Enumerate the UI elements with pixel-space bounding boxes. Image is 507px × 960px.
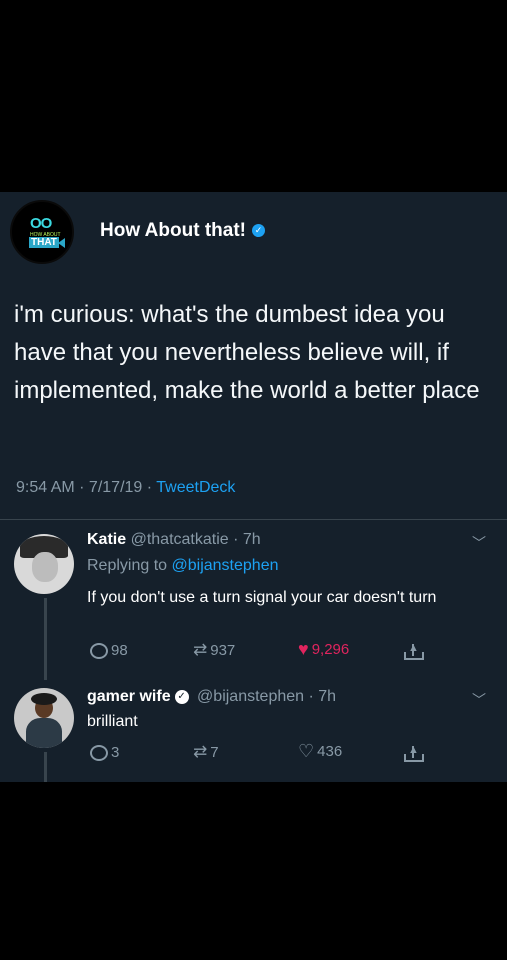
- divider: [0, 519, 507, 520]
- reply-age: 7h: [242, 531, 261, 548]
- reply-handle[interactable]: @thatcatkatie: [131, 531, 229, 548]
- replying-to: Replying to @bijanstephen: [87, 557, 278, 575]
- like-count: 436: [317, 742, 343, 760]
- tweet-meta: 9:54 AM · 7/17/19 · TweetDeck: [16, 479, 236, 496]
- reply-header: gamer wife ✓ @bijanstephen · 7h: [87, 688, 337, 705]
- reply-avatar-katie[interactable]: [14, 534, 74, 594]
- avatar-hair: [31, 693, 57, 705]
- chevron-down-icon[interactable]: ﹀: [472, 533, 486, 553]
- heart-filled-icon: ♥: [298, 639, 309, 659]
- verified-icon: ✓: [174, 689, 189, 704]
- camera-icon: [58, 238, 65, 248]
- replying-handle[interactable]: @bijanstephen: [172, 557, 279, 574]
- thread-line: [44, 598, 47, 680]
- reply-icon: [90, 642, 108, 659]
- tweet-source[interactable]: TweetDeck: [156, 479, 235, 496]
- like-count: 9,296: [311, 640, 350, 658]
- heart-outline-icon: ♡: [298, 741, 315, 761]
- logo-mark: OO: [30, 215, 52, 232]
- chevron-down-icon[interactable]: ﹀: [472, 690, 486, 710]
- retweet-icon: ⇄: [193, 640, 208, 659]
- tweet-text: i'm curious: what's the dumbest idea you…: [14, 301, 480, 404]
- author-name-row[interactable]: How About that! ✓: [100, 220, 265, 242]
- tweet-date[interactable]: 7/17/19: [89, 479, 142, 496]
- author-avatar[interactable]: OO HOW ABOUT THAT: [10, 200, 74, 264]
- reply-button[interactable]: 3: [90, 744, 119, 761]
- like-button[interactable]: ♥ 9,296: [298, 640, 349, 658]
- retweet-icon: ⇄: [193, 742, 208, 761]
- reply-text: brilliant: [87, 713, 138, 730]
- like-button[interactable]: ♡ 436: [298, 742, 342, 760]
- reply-name[interactable]: gamer wife: [87, 688, 171, 705]
- retweet-count: 937: [210, 641, 236, 659]
- logo-that: THAT: [29, 237, 59, 248]
- reply-age: 7h: [318, 688, 337, 705]
- reply-icon: [90, 744, 108, 761]
- retweet-count: 7: [210, 743, 219, 761]
- reply-count: 3: [111, 744, 120, 761]
- retweet-button[interactable]: ⇄ 937: [193, 640, 235, 660]
- reply-text: If you don't use a turn signal your car …: [87, 589, 437, 606]
- reply-name[interactable]: Katie: [87, 531, 126, 548]
- reply-header: Katie @thatcatkatie · 7h: [87, 531, 261, 548]
- verified-icon: ✓: [251, 224, 265, 238]
- reply-avatar-gamer-wife[interactable]: [14, 688, 74, 748]
- avatar-body: [26, 718, 62, 748]
- avatar-face: [32, 552, 58, 582]
- share-icon[interactable]: ▲: [404, 642, 424, 660]
- reply-handle[interactable]: @bijanstephen: [197, 688, 304, 705]
- tweet-time[interactable]: 9:54 AM: [16, 479, 75, 496]
- reply-count: 98: [111, 642, 128, 659]
- retweet-button[interactable]: ⇄ 7: [193, 742, 219, 762]
- replying-label: Replying to: [87, 557, 168, 574]
- thread-line: [44, 752, 47, 782]
- share-icon[interactable]: ▲: [404, 744, 424, 762]
- author-name[interactable]: How About that!: [100, 220, 246, 241]
- reply-button[interactable]: 98: [90, 642, 128, 659]
